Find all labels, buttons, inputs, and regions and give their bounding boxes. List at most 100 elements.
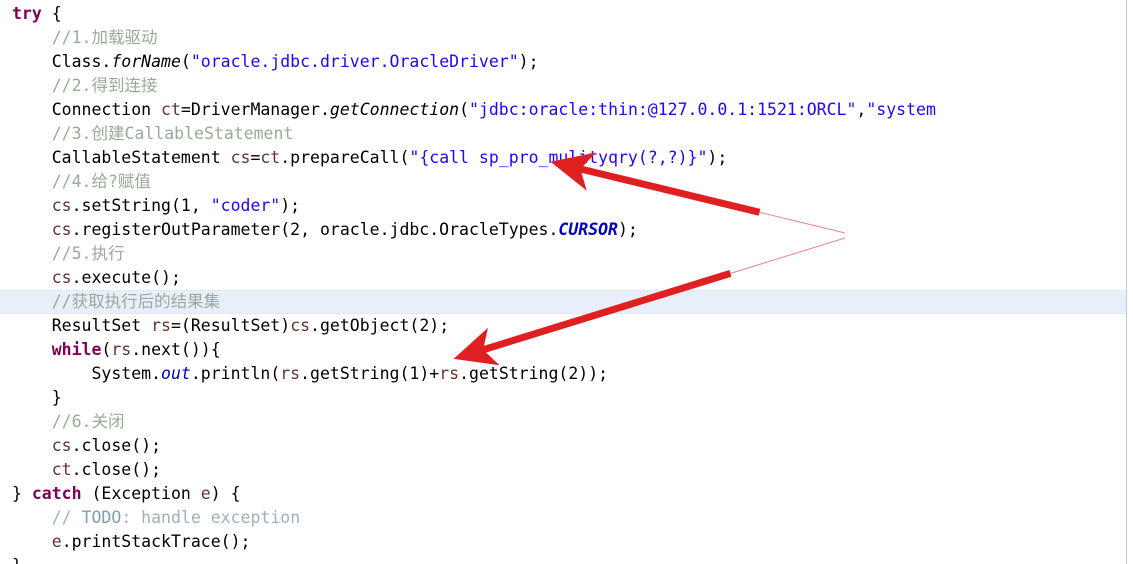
code-token: getConnection	[329, 100, 460, 119]
code-token: .prepareCall(	[280, 148, 410, 167]
code-token: }	[12, 556, 22, 564]
line-println[interactable]: System.out.println(rs.getString(1)+rs.ge…	[0, 362, 1133, 386]
code-token: .execute();	[71, 268, 181, 287]
code-editor-pane[interactable]: try { //1.加载驱动 Class.forName("oracle.jdb…	[0, 0, 1133, 564]
code-token: forName	[111, 52, 181, 71]
code-token: ct	[161, 100, 181, 119]
line-close-catch[interactable]: }	[0, 554, 1133, 564]
line-comment-1[interactable]: //1.加载驱动	[0, 26, 1133, 50]
code-token: cs	[230, 148, 251, 167]
code-token: //6.关闭	[51, 412, 125, 431]
line-todo[interactable]: // TODO: handle exception	[0, 506, 1133, 530]
code-token: .getString(2));	[459, 364, 609, 383]
code-token: //2.得到连接	[51, 76, 158, 95]
code-token: //4.给?赋值	[51, 172, 151, 191]
code-token: );	[518, 52, 539, 71]
code-token: e	[200, 484, 211, 503]
code-token: : handle exception	[121, 508, 301, 527]
line-comment-2[interactable]: //2.得到连接	[0, 74, 1133, 98]
code-token: try	[12, 4, 42, 23]
code-token: .next()){	[131, 340, 221, 359]
code-token: .close();	[71, 460, 162, 479]
code-token: "{call sp_pro_mulityqry(?,?)}"	[409, 148, 708, 167]
code-token: ct	[51, 460, 72, 479]
code-token: ct	[260, 148, 281, 167]
line-comment-7[interactable]: //6.关闭	[0, 410, 1133, 434]
code-token: .registerOutParameter(2, oracle.jdbc.Ora…	[71, 220, 559, 239]
code-token: ,	[856, 100, 867, 119]
code-token: "jdbc:oracle:thin:@127.0.0.1:1521:ORCL"	[469, 100, 857, 119]
code-token: while	[51, 340, 102, 359]
code-token: Class.	[51, 52, 112, 71]
code-token: .setString(1,	[71, 196, 211, 215]
code-token: );	[707, 148, 728, 167]
line-forname[interactable]: Class.forName("oracle.jdbc.driver.Oracle…	[0, 50, 1133, 74]
code-token: rs	[280, 364, 301, 383]
code-token: //3.创建CallableStatement	[51, 124, 294, 143]
code-token: .println(	[190, 364, 281, 383]
code-token: "oracle.jdbc.driver.OracleDriver"	[190, 52, 519, 71]
code-token: e	[51, 532, 62, 551]
line-printstacktrace[interactable]: e.printStackTrace();	[0, 530, 1133, 554]
code-token: cs	[51, 268, 72, 287]
code-token: rs	[151, 316, 171, 335]
line-while[interactable]: while(rs.next()){	[0, 338, 1133, 362]
code-token: (	[459, 100, 469, 119]
line-try[interactable]: try {	[0, 2, 1133, 26]
code-token: cs	[51, 220, 72, 239]
code-token: .printStackTrace();	[61, 532, 251, 551]
code-token: ) {	[210, 484, 241, 503]
line-preparecall[interactable]: CallableStatement cs=ct.prepareCall("{ca…	[0, 146, 1133, 170]
code-token: (Exception	[81, 484, 201, 503]
code-token: //5.执行	[51, 244, 125, 263]
code-token: .getObject(2);	[310, 316, 450, 335]
code-token: (	[101, 340, 112, 359]
line-setstring[interactable]: cs.setString(1, "coder");	[0, 194, 1133, 218]
code-token: Connection	[51, 100, 162, 119]
line-cs-close[interactable]: cs.close();	[0, 434, 1133, 458]
line-close-while[interactable]: }	[0, 386, 1133, 410]
line-comment-4[interactable]: //4.给?赋值	[0, 170, 1133, 194]
code-token: =DriverManager.	[180, 100, 330, 119]
editor-right-gutter	[1127, 0, 1133, 564]
line-execute[interactable]: cs.execute();	[0, 266, 1133, 290]
line-getconnection[interactable]: Connection ct=DriverManager.getConnectio…	[0, 98, 1133, 122]
code-token: .close();	[71, 436, 162, 455]
code-content[interactable]: try { //1.加载驱动 Class.forName("oracle.jdb…	[0, 0, 1133, 564]
line-catch[interactable]: } catch (Exception e) {	[0, 482, 1133, 506]
code-token: =(ResultSet)	[170, 316, 291, 335]
code-token: "coder"	[210, 196, 281, 215]
code-token: rs	[111, 340, 132, 359]
line-registeroutparameter[interactable]: cs.registerOutParameter(2, oracle.jdbc.O…	[0, 218, 1133, 242]
code-token: CallableStatement	[51, 148, 231, 167]
line-ct-close[interactable]: ct.close();	[0, 458, 1133, 482]
code-token: //获取执行后的结果集	[51, 292, 221, 311]
code-token: (	[180, 52, 191, 71]
code-token: }	[51, 388, 62, 407]
line-comment-6[interactable]: //获取执行后的结果集	[0, 290, 1133, 314]
code-token: CURSOR	[558, 220, 618, 239]
code-token: );	[618, 220, 638, 239]
code-token: System.	[91, 364, 162, 383]
line-resultset[interactable]: ResultSet rs=(ResultSet)cs.getObject(2);	[0, 314, 1133, 338]
code-token: .getString(1)+	[300, 364, 440, 383]
line-comment-3[interactable]: //3.创建CallableStatement	[0, 122, 1133, 146]
line-comment-5[interactable]: //5.执行	[0, 242, 1133, 266]
code-token: }	[12, 484, 32, 503]
